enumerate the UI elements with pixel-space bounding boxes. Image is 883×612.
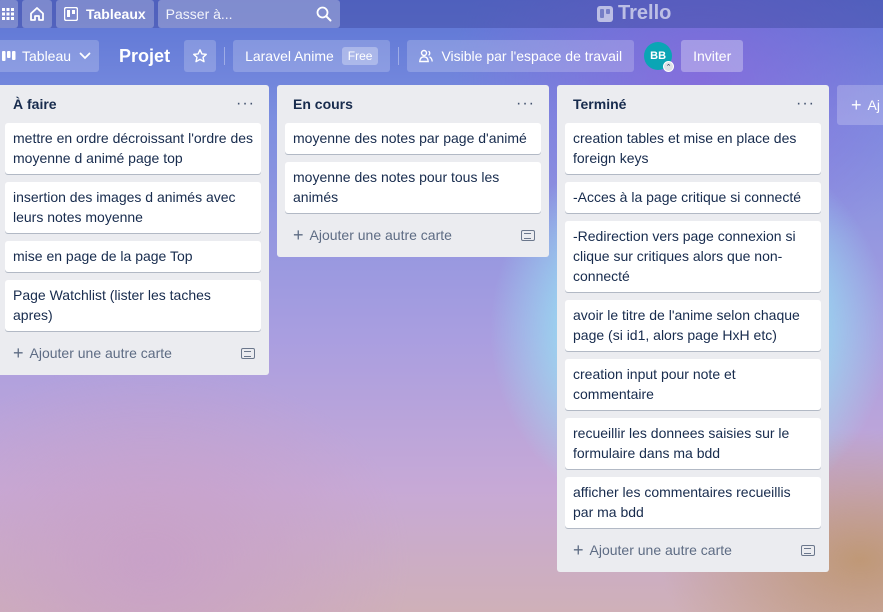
card[interactable]: mettre en ordre décroissant l'ordre des … (5, 123, 261, 174)
card[interactable]: recueillir les donnees saisies sur le fo… (565, 418, 821, 469)
board-view-label: Tableau (22, 48, 72, 64)
card[interactable]: avoir le titre de l'anime selon chaque p… (565, 300, 821, 351)
member-avatar[interactable]: BB ⌃ (644, 42, 675, 72)
star-icon (193, 49, 208, 63)
brand-name: Trello (618, 2, 672, 24)
plus-icon: + (573, 540, 584, 560)
search-input[interactable] (165, 6, 306, 22)
invite-button[interactable]: Inviter (681, 40, 744, 72)
workspace-name: Laravel Anime (245, 48, 334, 64)
card-template-icon[interactable] (241, 347, 255, 359)
avatar-initials: BB (650, 50, 667, 62)
board-title[interactable]: Projet (119, 46, 170, 67)
home-button[interactable] (22, 0, 52, 28)
visibility-label: Visible par l'espace de travail (441, 48, 623, 64)
add-card-button[interactable]: + Ajouter une autre carte (293, 226, 452, 244)
apps-grid-icon[interactable] (0, 0, 18, 28)
add-list-button[interactable]: + Aj (837, 85, 883, 125)
list-termine: Terminé ··· creation tables et mise en p… (557, 85, 829, 572)
add-card-label: Ajouter une autre carte (589, 542, 732, 558)
card[interactable]: creation input pour note et commentaire (565, 359, 821, 410)
card[interactable]: -Acces à la page critique si connecté (565, 182, 821, 213)
admin-chevron-icon: ⌃ (663, 61, 675, 72)
trello-logo-icon (597, 5, 613, 22)
star-board-button[interactable] (184, 40, 217, 72)
add-card-button[interactable]: + Ajouter une autre carte (13, 344, 172, 362)
card-template-icon[interactable] (801, 544, 815, 556)
chevron-down-icon (79, 52, 91, 60)
plus-icon: + (13, 343, 24, 363)
card[interactable]: moyenne des notes par page d'animé (285, 123, 541, 154)
board-view-switcher[interactable]: Tableau (0, 40, 100, 72)
board-view-icon (2, 51, 16, 61)
list-header[interactable]: Terminé ··· (565, 85, 821, 123)
list-title[interactable]: En cours (293, 96, 353, 112)
divider (398, 47, 400, 65)
list-menu-icon[interactable]: ··· (236, 94, 255, 114)
board-header: Tableau Projet Laravel Anime Free Visibl… (0, 40, 883, 72)
search-box[interactable] (157, 0, 340, 28)
boards-label: Tableaux (86, 6, 146, 22)
list-a-faire: À faire ··· mettre en ordre décroissant … (0, 85, 269, 375)
divider (224, 47, 226, 65)
list-title[interactable]: Terminé (573, 96, 626, 112)
add-card-button[interactable]: + Ajouter une autre carte (573, 541, 732, 559)
card[interactable]: Page Watchlist (lister les taches apres) (5, 280, 261, 331)
add-card-row: + Ajouter une autre carte (285, 221, 541, 249)
invite-label: Inviter (693, 48, 732, 64)
add-card-label: Ajouter une autre carte (29, 345, 172, 361)
card[interactable]: insertion des images d animés avec leurs… (5, 182, 261, 233)
list-header[interactable]: À faire ··· (5, 85, 261, 123)
card[interactable]: moyenne des notes pour tous les animés (285, 162, 541, 213)
card[interactable]: mise en page de la page Top (5, 241, 261, 272)
trello-logo[interactable]: Trello (597, 2, 671, 25)
card[interactable]: -Redirection vers page connexion si cliq… (565, 221, 821, 292)
workspace-button[interactable]: Laravel Anime Free (233, 40, 391, 72)
list-header[interactable]: En cours ··· (285, 85, 541, 123)
add-card-label: Ajouter une autre carte (309, 227, 452, 243)
add-list-label: Aj (867, 97, 880, 113)
home-icon (30, 7, 44, 21)
search-icon[interactable] (316, 6, 332, 22)
top-header: Tableaux Trello (0, 0, 883, 28)
plus-icon: + (851, 94, 862, 115)
list-menu-icon[interactable]: ··· (796, 94, 815, 114)
visibility-button[interactable]: Visible par l'espace de travail (407, 40, 635, 72)
list-en-cours: En cours ··· moyenne des notes par page … (277, 85, 549, 257)
list-menu-icon[interactable]: ··· (516, 94, 535, 114)
plan-badge: Free (341, 47, 379, 65)
card-template-icon[interactable] (521, 229, 535, 241)
card[interactable]: creation tables et mise en place des for… (565, 123, 821, 174)
boards-icon (64, 7, 78, 21)
list-title[interactable]: À faire (13, 96, 57, 112)
boards-button[interactable]: Tableaux (56, 0, 154, 28)
people-icon (419, 49, 434, 63)
add-card-row: + Ajouter une autre carte (565, 536, 821, 564)
plus-icon: + (293, 225, 304, 245)
add-card-row: + Ajouter une autre carte (5, 339, 261, 367)
card[interactable]: afficher les commentaires recueillis par… (565, 477, 821, 528)
